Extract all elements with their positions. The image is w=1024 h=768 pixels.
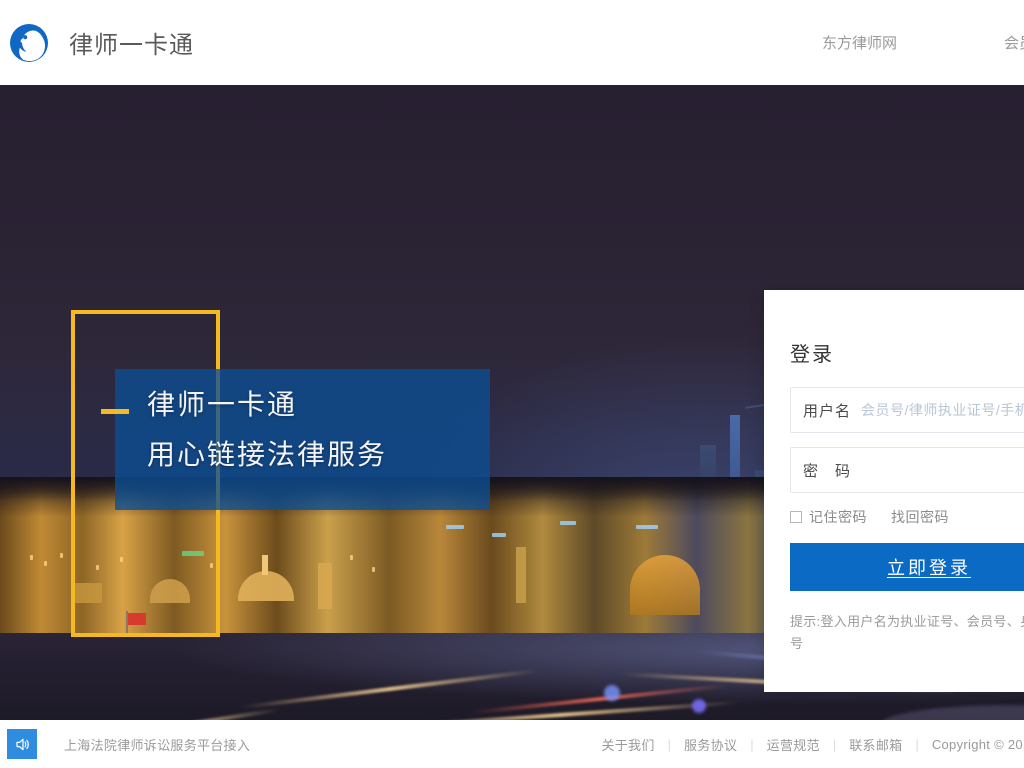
login-page: 律师一卡通 东方律师网 会员中心 — [0, 0, 1024, 768]
hero-headline: 律师一卡通 用心链接法律服务 — [147, 380, 567, 480]
hero-headline-line2: 用心链接法律服务 — [147, 439, 388, 470]
nav-item-member-center[interactable]: 会员中心 — [1004, 32, 1024, 53]
footer-links: 关于我们 | 服务协议 | 运营规范 | 联系邮箱 | Copyright © … — [601, 735, 1024, 754]
footer-separator: | — [667, 736, 672, 752]
footer-separator: | — [750, 736, 754, 752]
footer-link-contact-email[interactable]: 联系邮箱 — [849, 735, 902, 754]
username-label: 用户名 — [803, 402, 852, 420]
footer-note: 上海法院律师诉讼服务平台接入 — [64, 737, 251, 753]
hero-headline-line1: 律师一卡通 — [147, 389, 298, 420]
brand-name: 律师一卡通 — [69, 32, 194, 59]
footer-link-service-agreement[interactable]: 服务协议 — [684, 735, 737, 754]
lawyer-circle-logo-icon — [10, 23, 48, 62]
remember-password-checkbox[interactable] — [790, 511, 802, 523]
site-header: 律师一卡通 东方律师网 会员中心 — [0, 0, 1024, 85]
password-label: 密 码 — [803, 462, 852, 480]
site-footer: 上海法院律师诉讼服务平台接入 关于我们 | 服务协议 | 运营规范 | 联系邮箱… — [0, 720, 1024, 768]
header-nav: 东方律师网 会员中心 — [715, 32, 1024, 53]
password-input[interactable] — [861, 462, 1024, 478]
footer-separator: | — [832, 736, 837, 752]
footer-separator: | — [915, 736, 919, 752]
footer-copyright: Copyright © 2014 — [931, 736, 1024, 752]
username-input[interactable] — [861, 402, 1024, 418]
hero-accent-dash — [101, 409, 129, 414]
speaker-icon[interactable] — [7, 729, 37, 759]
login-submit-button[interactable]: 立即登录 — [790, 543, 1024, 591]
brand[interactable]: 律师一卡通 — [10, 23, 194, 62]
username-field[interactable]: 用户名 — [790, 387, 1024, 433]
nav-item-eastlaw[interactable]: 东方律师网 — [822, 32, 897, 53]
login-options-row: 记住密码 找回密码 — [790, 507, 1024, 527]
password-field[interactable]: 密 码 — [790, 447, 1024, 493]
footer-link-operation-rules[interactable]: 运营规范 — [767, 735, 820, 754]
login-card: 登录 用户名 密 码 记住密码 找回密码 立即登录 提示:登入用户名为执业证号、… — [764, 290, 1024, 692]
forgot-password-link[interactable]: 找回密码 — [891, 507, 949, 527]
login-title: 登录 — [790, 344, 834, 366]
login-hint-text: 提示:登入用户名为执业证号、会员号、身份证号 — [790, 614, 1024, 651]
remember-password-label[interactable]: 记住密码 — [809, 507, 867, 527]
footer-link-about[interactable]: 关于我们 — [601, 735, 654, 754]
